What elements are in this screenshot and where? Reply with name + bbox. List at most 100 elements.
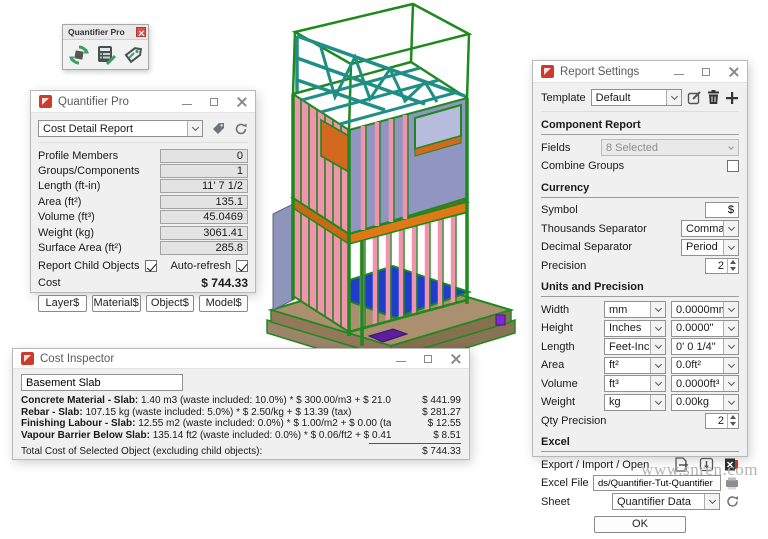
chevron-down-icon[interactable] xyxy=(723,358,738,373)
stat-row: Area (ft²) 135.1 xyxy=(38,194,248,209)
volume-unit-dropdown[interactable]: ft³ xyxy=(604,375,666,392)
add-template-icon[interactable] xyxy=(725,91,739,105)
basement-wall-panel xyxy=(273,204,293,310)
report-type-dropdown[interactable]: Cost Detail Report xyxy=(38,120,203,137)
model-cost-button[interactable]: Model$ xyxy=(199,295,248,312)
chevron-down-icon[interactable] xyxy=(650,339,665,354)
maximize-button[interactable] xyxy=(700,66,712,78)
chevron-down-icon[interactable] xyxy=(723,376,738,391)
object-name-input[interactable] xyxy=(21,374,183,391)
chevron-down-icon[interactable] xyxy=(650,358,665,373)
stat-value: 0 xyxy=(160,149,248,163)
line-item-amount: $ 441.99 xyxy=(391,395,461,406)
height-unit-dropdown[interactable]: Inches xyxy=(604,320,666,337)
decimal-separator-dropdown[interactable]: Period xyxy=(681,239,739,256)
stat-value: 45.0469 xyxy=(160,210,248,224)
chevron-down-icon[interactable] xyxy=(650,376,665,391)
qty-precision-spinner[interactable]: 2 xyxy=(705,413,739,429)
chevron-down-icon xyxy=(728,144,734,150)
precision-spinner[interactable]: 2 xyxy=(705,258,739,274)
refresh-icon[interactable] xyxy=(234,122,248,136)
area-format-dropdown[interactable]: 0.0ft² xyxy=(671,357,739,374)
chevron-down-icon[interactable] xyxy=(704,494,719,509)
sheet-dropdown[interactable]: Quantifier Data xyxy=(612,493,720,510)
refresh-sheet-icon[interactable] xyxy=(726,495,739,508)
stat-row: Surface Area (ft²) 285.8 xyxy=(38,240,248,255)
maximize-button[interactable] xyxy=(208,96,220,108)
line-item-label: Finishing Labour - Slab: xyxy=(21,418,135,429)
chevron-down-icon[interactable] xyxy=(723,240,738,255)
fields-dropdown[interactable]: 8 Selected xyxy=(601,139,739,156)
chevron-down-icon[interactable] xyxy=(723,221,738,236)
3d-model-viewport[interactable] xyxy=(265,2,523,396)
ok-button[interactable]: OK xyxy=(594,516,686,533)
total-value: $ 744.33 xyxy=(391,446,461,457)
height-format-dropdown[interactable]: 0.0000" xyxy=(671,320,739,337)
close-button[interactable] xyxy=(727,66,739,78)
close-button[interactable] xyxy=(235,96,247,108)
report-child-objects-checkbox[interactable] xyxy=(145,260,157,272)
chevron-down-icon[interactable] xyxy=(723,395,738,410)
fields-value: 8 Selected xyxy=(602,142,729,154)
unit-row-label: Area xyxy=(541,359,604,371)
quantifier-titlebar[interactable]: Quantifier Pro xyxy=(31,91,255,113)
minimize-button[interactable] xyxy=(395,353,407,365)
chevron-down-icon[interactable] xyxy=(666,90,681,105)
stat-label: Area (ft²) xyxy=(38,196,160,208)
report-settings-window: Report Settings Template Default xyxy=(532,60,748,457)
weight-format-dropdown[interactable]: 0.00kg xyxy=(671,394,739,411)
quantifier-refresh-icon[interactable] xyxy=(68,44,90,66)
sheet-value: Quantifier Data xyxy=(613,496,704,508)
minimize-button[interactable] xyxy=(181,96,193,108)
layer-cost-button[interactable]: Layer$ xyxy=(38,295,87,312)
area-unit-dropdown[interactable]: ft² xyxy=(604,357,666,374)
width-format-dropdown[interactable]: 0.0000mm xyxy=(671,301,739,318)
cost-inspector-titlebar[interactable]: Cost Inspector xyxy=(13,349,469,369)
weight-unit-dropdown[interactable]: kg xyxy=(604,394,666,411)
excel-file-label: Excel File xyxy=(541,477,593,489)
framing-model-drawing xyxy=(265,2,523,396)
report-settings-icon[interactable] xyxy=(95,44,117,66)
material-cost-button[interactable]: Material$ xyxy=(92,295,141,312)
stat-row: Profile Members 0 xyxy=(38,148,248,163)
toolbar-titlebar[interactable]: Quantifier Pro xyxy=(63,25,148,40)
length-format-dropdown[interactable]: 0' 0 1/4" xyxy=(671,338,739,355)
toolbar-close-icon[interactable] xyxy=(136,27,146,37)
stat-label: Length (ft-in) xyxy=(38,180,160,192)
template-dropdown[interactable]: Default xyxy=(591,89,682,106)
symbol-label: Symbol xyxy=(541,204,705,216)
report-settings-titlebar[interactable]: Report Settings xyxy=(533,61,747,83)
cost-line-item: Rebar - Slab: 107.15 kg (waste included:… xyxy=(21,407,461,419)
stat-row: Volume (ft³) 45.0469 xyxy=(38,210,248,225)
thousands-separator-dropdown[interactable]: Comma xyxy=(681,220,739,237)
unit-row-label: Height xyxy=(541,322,604,334)
cost-inspector-window: Cost Inspector Concrete Material - Slab:… xyxy=(12,348,470,460)
chevron-down-icon[interactable] xyxy=(187,121,202,136)
tag-icon[interactable] xyxy=(211,121,226,136)
object-cost-button[interactable]: Object$ xyxy=(146,295,195,312)
combine-groups-checkbox[interactable] xyxy=(727,160,739,172)
chevron-down-icon[interactable] xyxy=(650,395,665,410)
volume-format-dropdown[interactable]: 0.0000ft³ xyxy=(671,375,739,392)
chevron-down-icon[interactable] xyxy=(723,302,738,317)
symbol-input[interactable] xyxy=(705,202,739,218)
chevron-down-icon[interactable] xyxy=(723,339,738,354)
chevron-down-icon[interactable] xyxy=(650,321,665,336)
cost-inspector-icon[interactable] xyxy=(122,44,144,66)
auto-refresh-checkbox[interactable] xyxy=(236,260,248,272)
line-item-amount: $ 8.51 xyxy=(391,430,461,441)
maximize-button[interactable] xyxy=(422,353,434,365)
close-button[interactable] xyxy=(449,353,461,365)
toolbar-title: Quantifier Pro xyxy=(68,27,136,37)
unit-row-label: Weight xyxy=(541,396,604,408)
length-unit-dropdown[interactable]: Feet-Inches / xyxy=(604,338,666,355)
template-value: Default xyxy=(592,92,666,104)
chevron-down-icon[interactable] xyxy=(650,302,665,317)
delete-template-icon[interactable] xyxy=(707,90,720,105)
edit-template-icon[interactable] xyxy=(687,90,702,105)
stat-row: Length (ft-in) 11' 7 1/2 xyxy=(38,179,248,194)
chevron-down-icon[interactable] xyxy=(723,321,738,336)
cost-line-item: Concrete Material - Slab: 1.40 m3 (waste… xyxy=(21,395,461,407)
width-unit-dropdown[interactable]: mm xyxy=(604,301,666,318)
minimize-button[interactable] xyxy=(673,66,685,78)
